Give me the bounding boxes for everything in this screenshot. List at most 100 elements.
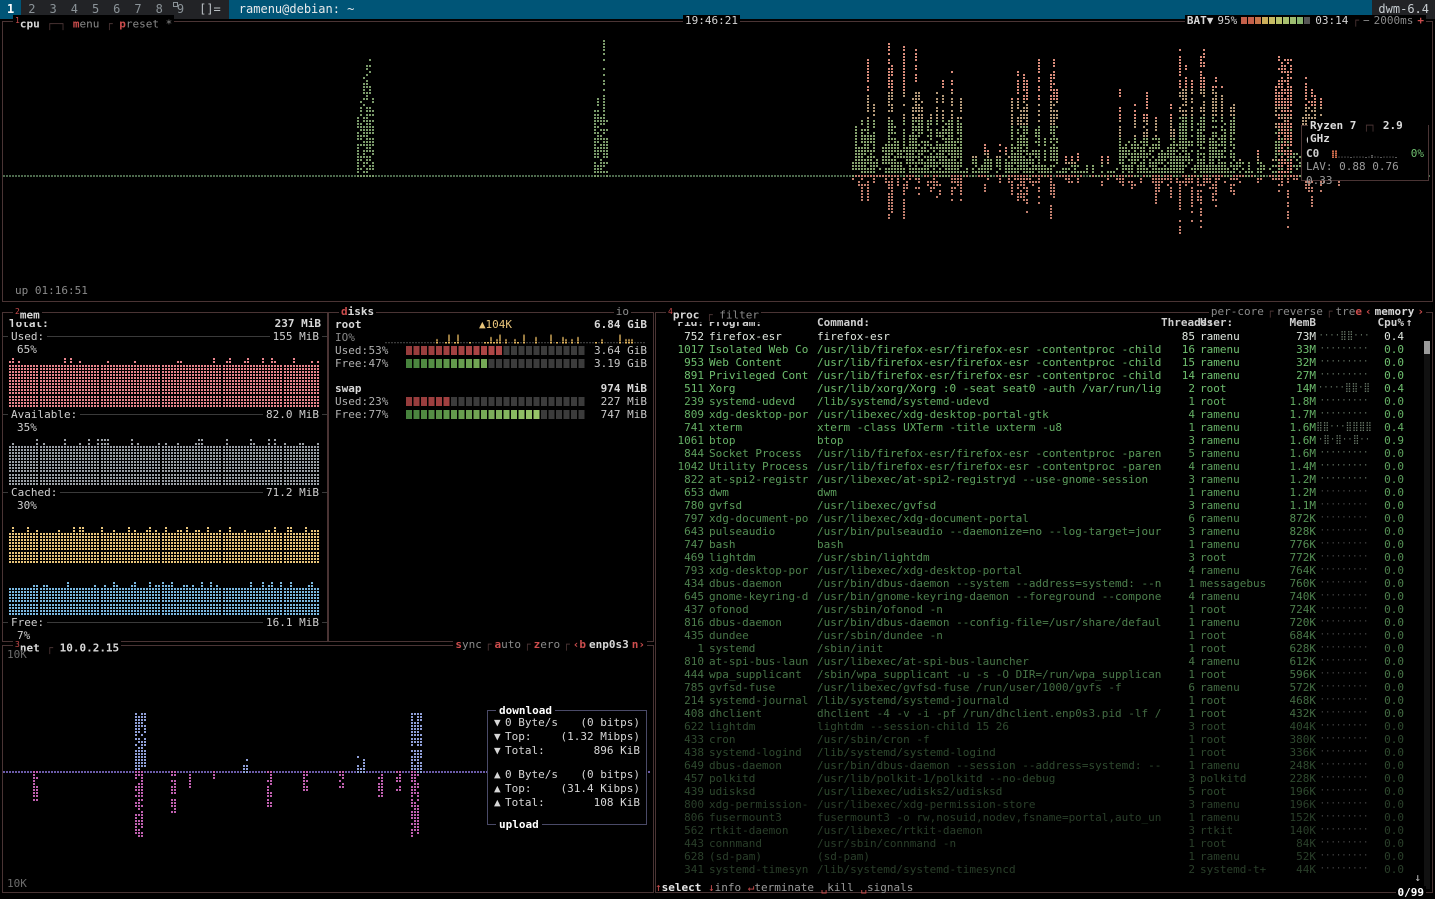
cpu-preset-button[interactable]: preset: [119, 18, 159, 31]
table-row[interactable]: 844Socket Process/usr/lib/firefox-esr/fi…: [656, 447, 1432, 460]
table-row[interactable]: 741xtermxterm -class UXTerm -title uxter…: [656, 421, 1432, 434]
cell-pid: 891: [660, 369, 709, 382]
table-row[interactable]: 443connmand/usr/sbin/connmand -n1root84K…: [656, 837, 1432, 850]
cell-pad: [1404, 863, 1414, 876]
table-row[interactable]: 800xdg-permission-/usr/libexec/xdg-permi…: [656, 798, 1432, 811]
cpu-menu-button[interactable]: menu: [73, 18, 100, 31]
cell-user: ramenu: [1200, 759, 1274, 772]
proc-scroll-down-icon[interactable]: ↓: [1414, 871, 1421, 884]
table-row[interactable]: 469lightdm/usr/sbin/lightdm3root772K····…: [656, 551, 1432, 564]
cell-program: rtkit-daemon: [709, 824, 817, 837]
cell-cpu-graph: ·········: [1316, 616, 1372, 629]
col-header-user[interactable]: User:: [1200, 316, 1274, 330]
net-sync-button[interactable]: sync: [455, 639, 482, 651]
table-row[interactable]: 562rtkit-daemon/usr/libexec/rtkit-daemon…: [656, 824, 1432, 837]
table-row[interactable]: 810at-spi-bus-laun/usr/libexec/at-spi-bu…: [656, 655, 1432, 668]
table-row[interactable]: 435dundee/usr/sbin/dundee -n1root684K···…: [656, 629, 1432, 642]
table-row[interactable]: 433cron/usr/sbin/cron -f1root380K·······…: [656, 733, 1432, 746]
cpu-box-title: cpu: [20, 18, 40, 31]
cell-pid: 780: [660, 499, 709, 512]
cell-threads: 6: [1161, 681, 1200, 694]
net-auto-button[interactable]: auto: [495, 639, 522, 651]
table-row[interactable]: 438systemd-logind/lib/systemd/systemd-lo…: [656, 746, 1432, 759]
table-row[interactable]: 793xdg-desktop-por/usr/libexec/xdg-deskt…: [656, 564, 1432, 577]
cell-cpu: 0.0: [1372, 694, 1404, 707]
table-row[interactable]: 653dwmdwm1ramenu1.2M·········0.0: [656, 486, 1432, 499]
table-row[interactable]: 752firefox-esrfirefox-esr85ramenu73M····…: [656, 330, 1432, 343]
table-row[interactable]: 785gvfsd-fuse/usr/libexec/gvfsd-fuse /ru…: [656, 681, 1432, 694]
upload-arrow-icon-3: ▲: [494, 796, 505, 810]
cell-threads: 15: [1161, 356, 1200, 369]
disk-root-header: root ▲104K 6.84 GiB: [329, 318, 653, 331]
table-row[interactable]: 444wpa_supplicant/sbin/wpa_supplicant -u…: [656, 668, 1432, 681]
cell-pad: [1404, 629, 1414, 642]
cpu-usage-graph: [3, 22, 1432, 301]
table-row[interactable]: 645gnome-keyring-d/usr/bin/gnome-keyring…: [656, 590, 1432, 603]
table-row[interactable]: 439udisksd/usr/libexec/udisks2/udisksd5r…: [656, 785, 1432, 798]
cell-command: /usr/sbin/ofonod -n: [817, 603, 1161, 616]
table-row[interactable]: 341systemd-timesyn/lib/systemd/systemd-t…: [656, 863, 1432, 876]
table-row[interactable]: 1042Utility Process/usr/lib/firefox-esr/…: [656, 460, 1432, 473]
table-row[interactable]: 806fusermount3fusermount3 -o rw,nosuid,n…: [656, 811, 1432, 824]
btop-disks-box: disks io root ▲104K 6.84 GiB IO% Used: 5…: [328, 312, 654, 642]
net-upload-top-label: Top:: [505, 782, 561, 796]
table-row[interactable]: 1systemd/sbin/init1root628K·········0.0: [656, 642, 1432, 655]
cell-cpu: 0.0: [1372, 668, 1404, 681]
proc-per-core-toggle[interactable]: per-core: [1211, 306, 1264, 318]
table-row[interactable]: 622lightdmlightdm --session-child 15 263…: [656, 720, 1432, 733]
proc-table-body[interactable]: 752firefox-esrfirefox-esr85ramenu73M····…: [656, 330, 1432, 876]
table-row[interactable]: 408dhclientdhclient -4 -v -i -pf /run/dh…: [656, 707, 1432, 720]
table-row[interactable]: 214systemd-journal/lib/systemd/systemd-j…: [656, 694, 1432, 707]
dwm-layout-symbol[interactable]: []=: [191, 0, 229, 19]
cell-pad: [1404, 551, 1414, 564]
proc-reverse-toggle[interactable]: reverse: [1277, 306, 1323, 318]
table-row[interactable]: 628(sd-pam)(sd-pam)1ramenu52K·········0.…: [656, 850, 1432, 863]
table-row[interactable]: 816dbus-daemon/usr/bin/dbus-daemon --con…: [656, 616, 1432, 629]
update-interval-increase-button[interactable]: +: [1417, 15, 1424, 27]
net-next-interface-button[interactable]: n›: [632, 639, 645, 651]
table-row[interactable]: 511Xorg/usr/lib/xorg/Xorg :0 -seat seat0…: [656, 382, 1432, 395]
help-action-info[interactable]: info: [715, 881, 742, 894]
table-row[interactable]: 1017Isolated Web Co/usr/lib/firefox-esr/…: [656, 343, 1432, 356]
table-row[interactable]: 797xdg-document-po/usr/libexec/xdg-docum…: [656, 512, 1432, 525]
table-row[interactable]: 953Web Content/usr/lib/firefox-esr/firef…: [656, 356, 1432, 369]
cell-pad: [1404, 564, 1414, 577]
table-row[interactable]: 649dbus-daemon/usr/bin/dbus-daemon --ses…: [656, 759, 1432, 772]
table-row[interactable]: 780gvfsd/usr/libexec/gvfsd3ramenu1.1M···…: [656, 499, 1432, 512]
help-action-select[interactable]: select: [662, 881, 702, 894]
proc-sort-prev-button[interactable]: ‹: [1365, 306, 1372, 318]
cell-pad: [1404, 694, 1414, 707]
table-row[interactable]: 434dbus-daemon/usr/bin/dbus-daemon --sys…: [656, 577, 1432, 590]
col-header-mem[interactable]: MemB: [1274, 316, 1316, 330]
table-row[interactable]: 457polkitd/usr/lib/polkit-1/polkitd --no…: [656, 772, 1432, 785]
cell-command: /sbin/init: [817, 642, 1161, 655]
proc-tree-toggle[interactable]: tree: [1336, 306, 1363, 318]
table-row[interactable]: 239systemd-udevd/lib/systemd/systemd-ude…: [656, 395, 1432, 408]
proc-scrollbar[interactable]: [1424, 341, 1430, 889]
table-row[interactable]: 643pulseaudio/usr/bin/pulseaudio --daemo…: [656, 525, 1432, 538]
help-action-signals[interactable]: signals: [867, 881, 913, 894]
update-interval-decrease-button[interactable]: −: [1363, 15, 1370, 27]
proc-filter-button[interactable]: filter: [719, 309, 759, 322]
cell-pid: 816: [660, 616, 709, 629]
table-row[interactable]: 809xdg-desktop-por/usr/libexec/xdg-deskt…: [656, 408, 1432, 421]
cell-cpu-graph: ·········: [1316, 473, 1372, 486]
table-row[interactable]: 1061btopbtop3ramenu1.6M·⣿·⣿··⣿··0.9: [656, 434, 1432, 447]
proc-sort-next-button[interactable]: ›: [1417, 306, 1424, 318]
disks-io-toggle[interactable]: io: [614, 306, 631, 318]
table-row[interactable]: 437ofonod/usr/sbin/ofonod -n1root724K···…: [656, 603, 1432, 616]
table-row[interactable]: 891Privileged Cont/usr/lib/firefox-esr/f…: [656, 369, 1432, 382]
cell-program: Utility Process: [709, 460, 817, 473]
col-header-cpu[interactable]: Cpu%: [1372, 316, 1404, 330]
help-action-terminate[interactable]: terminate: [754, 881, 814, 894]
net-zero-button[interactable]: zero: [534, 639, 561, 651]
col-header-command[interactable]: Command:: [817, 316, 1161, 330]
net-prev-interface-button[interactable]: ‹b: [573, 639, 586, 651]
col-header-threads[interactable]: Threads:: [1161, 316, 1200, 330]
help-action-kill[interactable]: kill: [827, 881, 854, 894]
table-row[interactable]: 822at-spi2-registr/usr/libexec/at-spi2-r…: [656, 473, 1432, 486]
mem-cached-row: Cached: 71.2 MiB: [3, 486, 327, 499]
proc-scrollbar-thumb[interactable]: [1424, 341, 1430, 354]
table-row[interactable]: 747bashbash1ramenu776K·········0.0: [656, 538, 1432, 551]
net-download-total-row: ▼ Total: 896 KiB: [488, 744, 646, 758]
